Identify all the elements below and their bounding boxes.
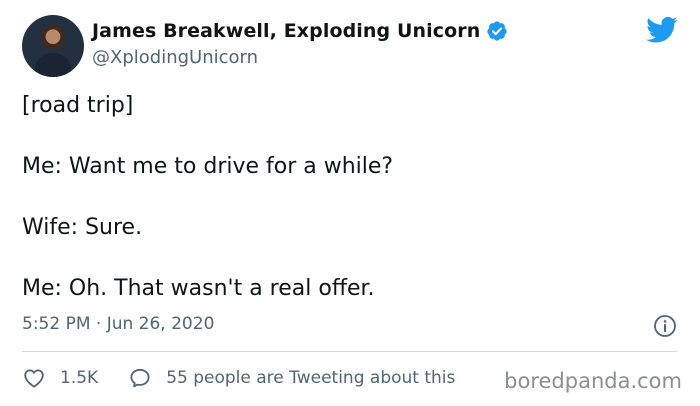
conversation-text: 55 people are Tweeting about this bbox=[166, 368, 456, 388]
author-display-name[interactable]: James Breakwell, Exploding Unicorn bbox=[92, 20, 480, 42]
tweet-timestamp[interactable]: 5:52 PM · Jun 26, 2020 bbox=[22, 314, 214, 334]
like-count: 1.5K bbox=[60, 368, 99, 388]
verified-badge-icon bbox=[487, 21, 507, 41]
divider bbox=[22, 351, 677, 352]
watermark: boredpanda.com bbox=[502, 369, 684, 393]
info-icon[interactable] bbox=[653, 314, 677, 338]
tweet-line: Me: Oh. That wasn't a real offer. bbox=[22, 276, 375, 301]
heart-icon bbox=[24, 369, 44, 388]
tweet-text: [road trip] Me: Want me to drive for a w… bbox=[22, 91, 672, 304]
speech-bubble-icon bbox=[130, 368, 150, 388]
like-button[interactable]: 1.5K bbox=[22, 366, 98, 390]
conversation-link[interactable]: 55 people are Tweeting about this bbox=[128, 366, 455, 390]
tweet-card: James Breakwell, Exploding Unicorn @Xplo… bbox=[0, 0, 700, 406]
author-name-row: James Breakwell, Exploding Unicorn bbox=[92, 20, 508, 42]
author-handle[interactable]: @XplodingUnicorn bbox=[92, 47, 258, 68]
tweet-line: [road trip] bbox=[22, 93, 134, 118]
tweet-actions: 1.5K 55 people are Tweeting about this bbox=[22, 366, 455, 390]
tweet-line: Wife: Sure. bbox=[22, 215, 143, 240]
avatar[interactable] bbox=[22, 15, 84, 77]
twitter-bird-icon[interactable] bbox=[646, 16, 678, 44]
tweet-line: Me: Want me to drive for a while? bbox=[22, 154, 394, 179]
